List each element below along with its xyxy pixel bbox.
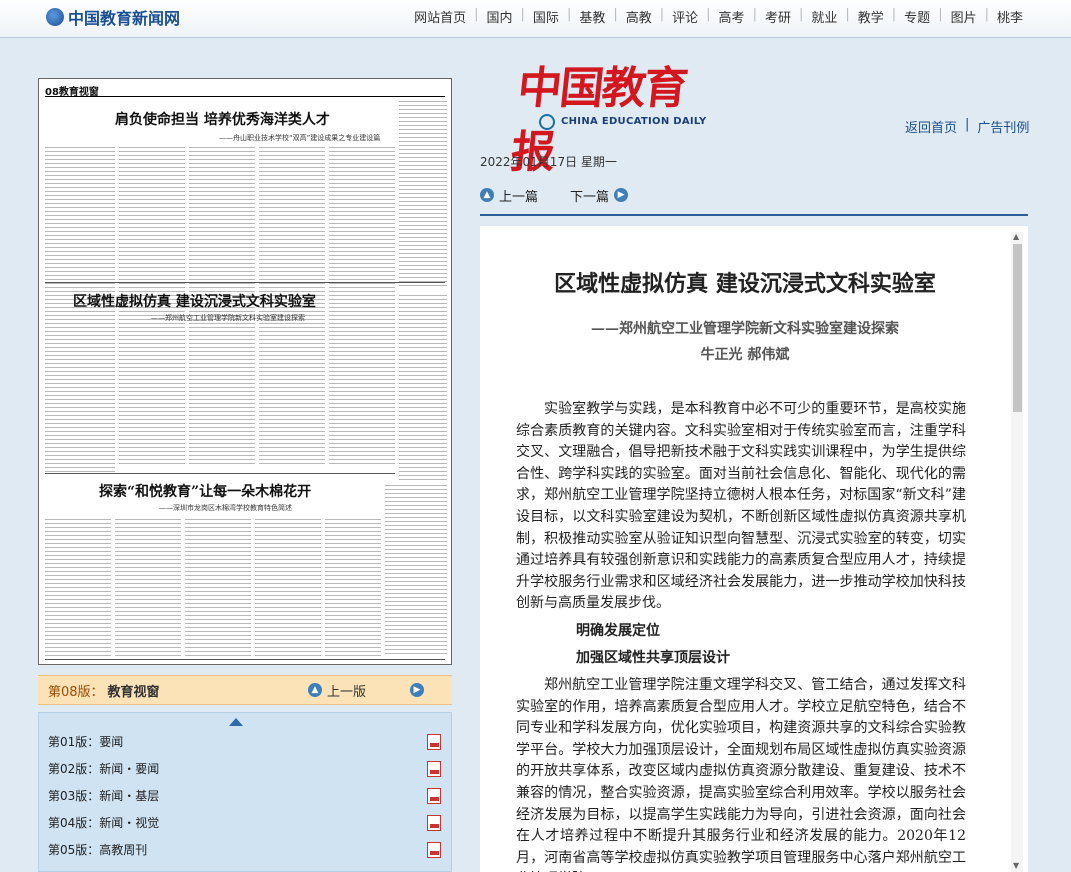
nav-item[interactable]: 就业 [803, 7, 845, 26]
nav-item[interactable]: 专题 [896, 7, 938, 26]
paper-brand: 中国教育报 CHINA EDUCATION DAILY [508, 52, 715, 178]
page-list-item[interactable]: 第03版：新闻・基层 [39, 783, 451, 810]
page-list-item-label: 第02版：新闻・要闻 [48, 762, 160, 776]
page-list-item-label: 第01版：要闻 [48, 735, 124, 749]
page-list-item[interactable]: 第04版：新闻・视觉 [39, 810, 451, 837]
page-list-item-label: 第03版：新闻・基层 [48, 789, 160, 803]
pdf-icon[interactable] [427, 788, 441, 804]
arrow-up-icon: ▲ [480, 188, 494, 202]
current-page-label: 第08版： [48, 684, 104, 700]
divider [45, 659, 445, 660]
site-logo-text: 中国教育新闻网 [68, 9, 181, 28]
article-heading: 加强区域性共享顶层设计 [576, 649, 730, 666]
page-list-item[interactable]: 第02版：新闻・要闻 [39, 756, 451, 783]
date-line: 2022年01月17日 星期一 [480, 155, 617, 169]
prev-article-button[interactable]: ▲ 上一篇 [480, 186, 538, 205]
header-links: 返回首页 | 广告刊例 [905, 117, 1029, 136]
nav-item[interactable]: 高教 [618, 7, 660, 26]
nav-item[interactable]: 网站首页 [406, 7, 474, 26]
thumb-subhead: ——郑州航空工业管理学院新文科实验室建设探索 [151, 314, 305, 322]
article-panel: 区域性虚拟仿真 建设沉浸式文科实验室 ——郑州航空工业管理学院新文科实验室建设探… [480, 226, 1028, 872]
text-column [255, 517, 321, 657]
article-authors: 牛正光 郝伟斌 [700, 347, 790, 363]
top-nav-bar: 中国教育新闻网 网站首页 | 国内 | 国际 | 基教 | 高教 | 评论 | 高考 | 考研 | 就业 | 教学 |… [0, 0, 1071, 38]
newspaper-page-image[interactable]: 08教育视窗 肩负使命担当 培养优秀海洋类人才 ——舟山职业技术学校“双高”建设… [38, 78, 452, 665]
text-column [329, 145, 395, 341]
site-logo[interactable]: 中国教育新闻网 [46, 5, 180, 29]
prev-page-button[interactable]: ▲ 上一版 [308, 681, 366, 700]
thumb-subhead: ——深圳市龙岗区木棉湾学校教育特色简述 [159, 504, 292, 512]
text-column [45, 145, 115, 349]
article-subtitle: ——郑州航空工业管理学院新文科实验室建设探索 [591, 321, 899, 337]
page-list-item-label: 第04版：新闻・视觉 [48, 816, 160, 830]
text-column [385, 483, 447, 657]
main-nav: 网站首页 | 国内 | 国际 | 基教 | 高教 | 评论 | 高考 | 考研 | 就业 | 教学 | 专题 | 图片 | 桃李 [406, 7, 1031, 26]
text-column [189, 145, 255, 341]
nav-item[interactable]: 国际 [525, 7, 567, 26]
nav-item[interactable]: 国内 [479, 7, 521, 26]
arrow-up-icon: ▲ [308, 683, 322, 697]
thumb-headline[interactable]: 探索“和悦教育”让每一朵木棉花开 [99, 481, 311, 501]
nav-item[interactable]: 高考 [711, 7, 753, 26]
article-title: 区域性虚拟仿真 建设沉浸式文科实验室 [554, 271, 936, 297]
text-column [45, 517, 111, 657]
current-page-section: 教育视窗 [107, 684, 160, 700]
paper-brand-en: CHINA EDUCATION DAILY [561, 116, 707, 127]
text-column [399, 293, 447, 483]
page-list-item[interactable]: 第01版：要闻 [39, 729, 451, 756]
thumb-headline[interactable]: 区域性虚拟仿真 建设沉浸式文科实验室 [73, 291, 316, 311]
scroll-down-icon[interactable]: ▼ [1013, 861, 1019, 870]
pdf-icon[interactable] [427, 815, 441, 831]
divider [45, 473, 395, 474]
text-column [115, 517, 181, 657]
page-list-item[interactable]: 第05版：高教周刊 [39, 837, 451, 864]
nav-item[interactable]: 评论 [664, 7, 706, 26]
text-column [185, 517, 251, 657]
article-heading: 明确发展定位 [576, 622, 660, 639]
pdf-icon[interactable] [427, 734, 441, 750]
article-scrollbar[interactable]: ▲ ▼ [1011, 232, 1023, 872]
text-column [45, 325, 115, 473]
thumb-headline[interactable]: 肩负使命担当 培养优秀海洋类人才 [115, 109, 330, 129]
text-column [259, 145, 325, 341]
page-list: 第01版：要闻第02版：新闻・要闻 第03版：新闻・基层 第04版：新闻・视觉 第05… [39, 729, 451, 864]
nav-item[interactable]: 基教 [571, 7, 613, 26]
pdf-icon[interactable] [427, 842, 441, 858]
link-separator: | [965, 117, 970, 132]
article-paragraph: 实验室教学与实践，是本科教育中必不可少的重要环节，是高校实施综合素质教育的关键内… [516, 401, 966, 612]
text-column [259, 325, 325, 465]
nav-item[interactable]: 教学 [850, 7, 892, 26]
text-column [189, 325, 255, 465]
arrow-right-icon: ▶ [410, 683, 424, 697]
ad-rates-link[interactable]: 广告刊例 [977, 117, 1029, 136]
text-column [119, 325, 185, 465]
page-list-item-label: 第05版：高教周刊 [48, 843, 148, 857]
arrow-right-icon: ▶ [614, 188, 629, 202]
globe-icon [46, 8, 64, 26]
page-list-panel: 第01版：要闻第02版：新闻・要闻 第03版：新闻・基层 第04版：新闻・视觉 第05… [38, 712, 452, 872]
scroll-up-icon[interactable]: ▲ [1013, 232, 1019, 241]
text-column [399, 99, 447, 289]
home-link[interactable]: 返回首页 [905, 117, 957, 136]
pdf-icon[interactable] [427, 761, 441, 777]
text-column [119, 145, 185, 341]
page-header: 08教育视窗 [45, 83, 445, 98]
article-paragraph: 郑州航空工业管理学院注重文理学科交叉、管工结合，通过发挥文科实验室的作用，培养高… [516, 676, 966, 872]
divider [45, 282, 445, 283]
text-column [329, 325, 395, 465]
nav-item[interactable]: 图片 [943, 7, 985, 26]
thumb-subhead: ——舟山职业技术学校“双高”建设成果之专业建设篇 [219, 134, 381, 142]
scroll-thumb[interactable] [1013, 244, 1022, 412]
text-column [325, 517, 381, 657]
next-page-button[interactable]: ▶ [410, 683, 424, 697]
article-body: 实验室教学与实践，是本科教育中必不可少的重要环节，是高校实施综合素质教育的关键内… [516, 399, 966, 872]
next-article-button[interactable]: 下一篇 ▶ [570, 186, 629, 205]
scroll-up-triangle-icon[interactable] [229, 718, 243, 726]
article-nav: ▲ 上一篇 下一篇 ▶ [480, 176, 1028, 216]
nav-item[interactable]: 桃李 [989, 7, 1031, 26]
nav-item[interactable]: 考研 [757, 7, 799, 26]
current-page-bar: 第08版： 教育视窗 ▲ 上一版 ▶ [38, 675, 452, 705]
